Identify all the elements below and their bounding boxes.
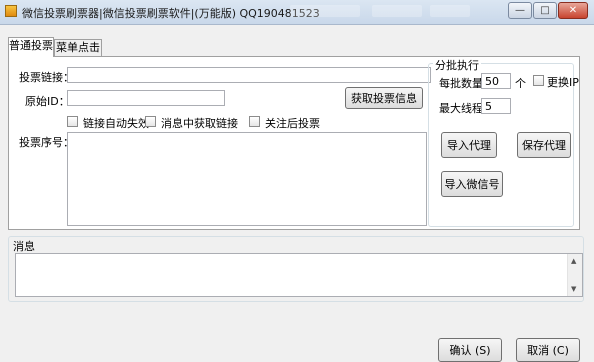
vote-link-input[interactable] [67, 67, 431, 83]
tab-panel-normal-vote: 投票链接： 原始ID： 获取投票信息 链接自动失效 消息中获取链接 关注后投票 … [8, 56, 580, 230]
maximize-button[interactable]: □ [533, 2, 557, 19]
background-taskbar-ghost [290, 5, 360, 17]
import-wechat-button[interactable]: 导入微信号 [441, 171, 503, 197]
change-ip-checkbox[interactable] [533, 75, 544, 86]
window-title: 微信投票刷票器|微信投票刷票软件|(万能版) QQ190481523 [22, 7, 320, 20]
max-threads-input[interactable] [481, 98, 511, 114]
close-button[interactable]: ✕ [558, 2, 588, 19]
app-icon [5, 5, 17, 17]
save-proxy-button[interactable]: 保存代理 [517, 132, 571, 158]
change-ip-label: 更换IP [547, 76, 579, 89]
vote-link-label: 投票链接： [19, 71, 74, 84]
messages-box[interactable]: ▲ ▼ [15, 253, 583, 297]
per-batch-unit: 个 [515, 77, 526, 90]
scroll-down-icon[interactable]: ▼ [571, 285, 576, 293]
auto-expire-checkbox[interactable] [67, 116, 78, 127]
original-id-input[interactable] [67, 90, 225, 106]
per-batch-input[interactable] [481, 73, 511, 89]
per-batch-label: 每批数量 [439, 77, 483, 90]
confirm-button[interactable]: 确认 (S) [438, 338, 502, 362]
background-taskbar-ghost [372, 5, 422, 17]
auto-expire-label: 链接自动失效 [83, 117, 149, 130]
background-taskbar-ghost [430, 5, 470, 17]
import-proxy-button[interactable]: 导入代理 [441, 132, 497, 158]
title-bar: 微信投票刷票器|微信投票刷票软件|(万能版) QQ190481523 — □ ✕ [0, 0, 594, 25]
msg-get-link-checkbox[interactable] [145, 116, 156, 127]
tab-menu-click[interactable]: 菜单点击 [54, 39, 102, 56]
cancel-button[interactable]: 取消 (C) [516, 338, 580, 362]
messages-scrollbar[interactable]: ▲ ▼ [567, 254, 582, 296]
follow-vote-label: 关注后投票 [265, 117, 320, 130]
get-vote-info-button[interactable]: 获取投票信息 [345, 87, 423, 109]
tab-normal-vote[interactable]: 普通投票 [8, 37, 54, 57]
scroll-up-icon[interactable]: ▲ [571, 257, 576, 265]
messages-group-title: 消息 [11, 238, 37, 254]
follow-vote-checkbox[interactable] [249, 116, 260, 127]
minimize-button[interactable]: — [508, 2, 532, 19]
original-id-label: 原始ID： [25, 95, 70, 108]
batch-group-title: 分批执行 [433, 57, 481, 73]
vote-seq-textarea[interactable] [67, 132, 427, 226]
vote-seq-label: 投票序号： [19, 136, 74, 149]
max-threads-label: 最大线程 [439, 102, 483, 115]
msg-get-link-label: 消息中获取链接 [161, 117, 238, 130]
